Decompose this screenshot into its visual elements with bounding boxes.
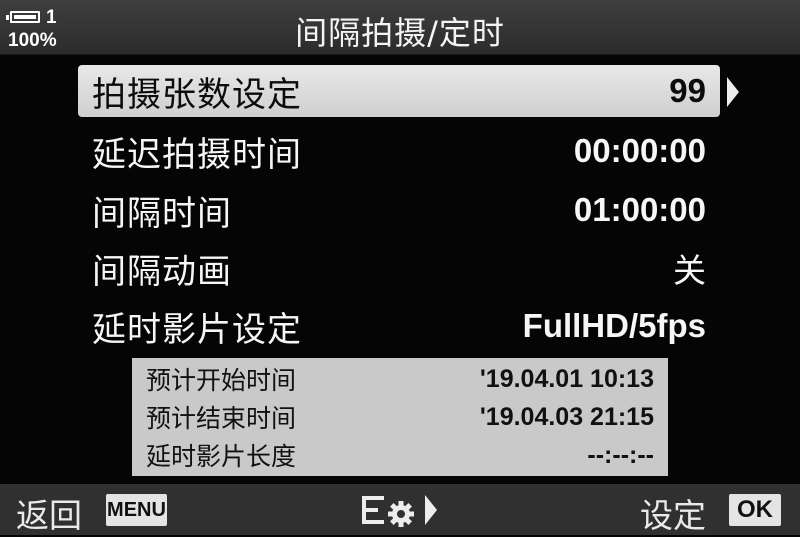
menu-item-value: 01:00:00	[573, 191, 706, 228]
header-bar: 1 100% 间隔拍摄/定时	[0, 0, 800, 55]
menu-item-value: 00:00:00	[573, 132, 706, 169]
schedule-info-panel: 预计开始时间 '19.04.01 10:13 预计结束时间 '19.04.03 …	[132, 358, 668, 476]
menu-item-timelapse-movie-settings[interactable]: 延时影片设定 FullHD/5fps	[78, 300, 720, 352]
page-title: 间隔拍摄/定时	[295, 14, 505, 52]
menu-item-value: 关	[673, 251, 706, 290]
menu-item-label: 间隔时间	[92, 193, 232, 234]
info-row-movie-length: 延时影片长度 --:--:--	[146, 436, 654, 474]
menu-item-value: 99	[669, 72, 706, 109]
info-label: 预计开始时间	[146, 366, 297, 395]
info-value: '19.04.01 10:13	[479, 364, 654, 393]
footer-bar: 返回 MENU 设定 OK	[0, 484, 800, 535]
menu-item-label: 拍摄张数设定	[92, 74, 302, 115]
info-label: 延时影片长度	[146, 442, 297, 471]
info-row-end-time: 预计结束时间 '19.04.03 21:15	[146, 398, 654, 436]
menu-item-label: 延时影片设定	[92, 309, 302, 350]
info-label: 预计结束时间	[146, 404, 297, 433]
set-label[interactable]: 设定	[640, 489, 706, 537]
ok-key-badge[interactable]: OK	[729, 494, 781, 526]
menu-item-interval-movie[interactable]: 间隔动画 关	[78, 242, 720, 294]
menu-item-shot-count[interactable]: 拍摄张数设定 99	[78, 65, 720, 117]
settings-list-gear-icon[interactable]	[361, 493, 441, 527]
menu-item-label: 延迟拍摄时间	[92, 134, 302, 175]
menu-item-label: 间隔动画	[92, 251, 232, 292]
menu-item-start-delay[interactable]: 延迟拍摄时间 00:00:00	[78, 125, 720, 177]
info-value: --:--:--	[587, 440, 654, 469]
menu-key-badge[interactable]: MENU	[106, 494, 167, 526]
back-label[interactable]: 返回	[16, 489, 82, 537]
menu-item-interval-time[interactable]: 间隔时间 01:00:00	[78, 184, 720, 236]
info-value: '19.04.03 21:15	[479, 402, 654, 431]
chevron-right-icon[interactable]	[727, 77, 739, 107]
info-row-start-time: 预计开始时间 '19.04.01 10:13	[146, 360, 654, 398]
menu-item-value: FullHD/5fps	[522, 307, 706, 344]
